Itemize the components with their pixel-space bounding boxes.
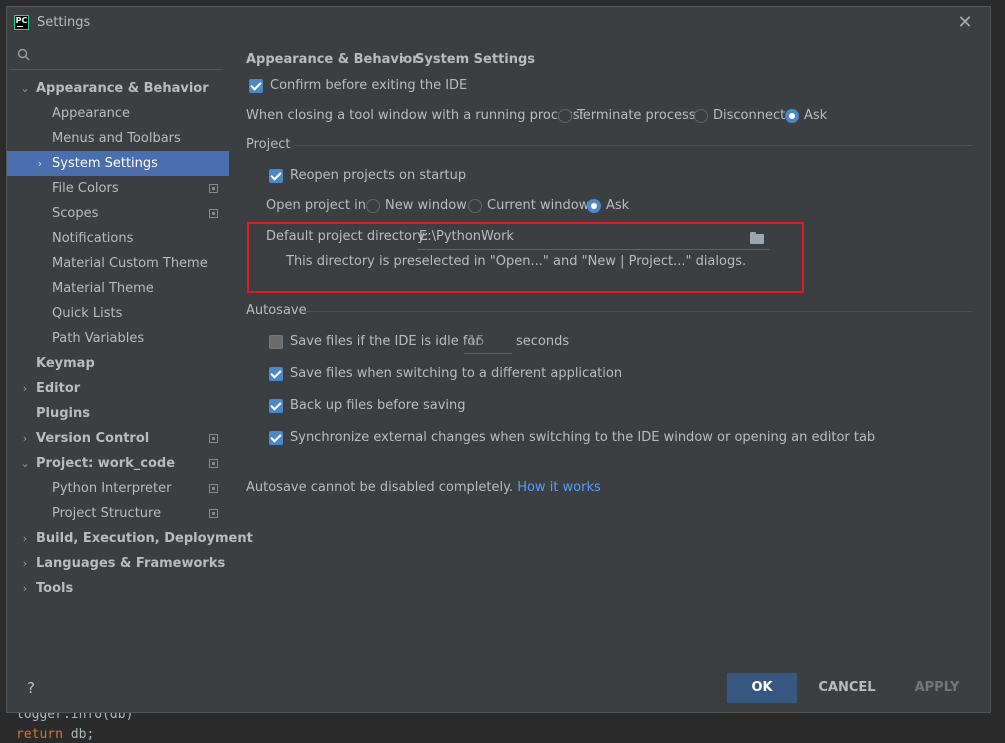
tree-languages-frameworks[interactable]: › Languages & Frameworks: [7, 551, 229, 576]
current-window-radio[interactable]: [468, 199, 482, 213]
sync-label: Synchronize external changes when switch…: [290, 430, 876, 445]
close-icon[interactable]: ✕: [955, 13, 975, 33]
help-icon[interactable]: ?: [27, 679, 35, 697]
ok-button[interactable]: OK: [727, 673, 797, 703]
current-window-label: Current window: [487, 198, 590, 213]
open-in-label: Open project in: [266, 198, 366, 213]
tree-notifications[interactable]: Notifications: [7, 226, 229, 251]
default-dir-field[interactable]: E:\PythonWork: [417, 225, 769, 250]
tree-editor[interactable]: › Editor: [7, 376, 229, 401]
settings-sidebar: ⌄ Appearance & Behavior Appearance Menus …: [7, 39, 253, 639]
idle-seconds-unit: seconds: [516, 334, 570, 349]
window-title: Settings: [37, 15, 91, 30]
backup-checkbox[interactable]: [269, 399, 283, 413]
project-scope-icon: [209, 509, 218, 518]
chevron-right-icon: ›: [22, 557, 28, 570]
chevron-down-icon: ⌄: [20, 457, 30, 470]
breadcrumb-separator: ›: [401, 52, 407, 67]
code-line-2: return db;: [16, 727, 94, 742]
disconnect-label: Disconnect: [713, 108, 786, 123]
chevron-right-icon: ›: [22, 432, 28, 445]
switch-save-checkbox[interactable]: [269, 367, 283, 381]
tree-file-colors[interactable]: File Colors: [7, 176, 229, 201]
tree-quick-lists[interactable]: Quick Lists: [7, 301, 229, 326]
tree-python-interpreter[interactable]: Python Interpreter: [7, 476, 229, 501]
tree-path-variables[interactable]: Path Variables: [7, 326, 229, 351]
terminate-label: Terminate process: [577, 108, 696, 123]
how-it-works-link[interactable]: How it works: [517, 480, 601, 495]
disconnect-radio[interactable]: [694, 109, 708, 123]
confirm-exit-checkbox[interactable]: [249, 79, 263, 93]
project-scope-icon: [209, 209, 218, 218]
open-ask-label: Ask: [606, 198, 630, 213]
chevron-right-icon: ›: [22, 532, 28, 545]
tree-build-execution[interactable]: › Build, Execution, Deployment: [7, 526, 253, 551]
tree-material-theme[interactable]: Material Theme: [7, 276, 229, 301]
autosave-note: Autosave cannot be disabled completely. …: [246, 480, 601, 495]
tree-appearance-behavior[interactable]: ⌄ Appearance & Behavior: [7, 76, 229, 101]
folder-icon[interactable]: [750, 232, 764, 244]
search-input[interactable]: [9, 41, 223, 70]
autosave-note-text: Autosave cannot be disabled completely.: [246, 480, 514, 495]
page-title: System Settings: [415, 52, 536, 67]
breadcrumb-parent[interactable]: Appearance & Behavior: [246, 52, 419, 67]
tree-appearance[interactable]: Appearance: [7, 101, 229, 126]
tree-version-control[interactable]: › Version Control: [7, 426, 229, 451]
confirm-exit-label: Confirm before exiting the IDE: [270, 78, 468, 93]
default-dir-hint: This directory is preselected in "Open..…: [286, 254, 747, 269]
switch-save-label: Save files when switching to a different…: [290, 366, 623, 381]
new-window-label: New window: [385, 198, 467, 213]
search-icon: [17, 48, 30, 61]
open-ask-radio[interactable]: [587, 199, 601, 213]
idle-save-label: Save files if the IDE is idle for: [290, 334, 481, 349]
tree-keymap[interactable]: Keymap: [7, 351, 229, 376]
titlebar: PC Settings ✕: [7, 7, 990, 39]
idle-save-checkbox[interactable]: [269, 335, 283, 349]
tree-project-structure[interactable]: Project Structure: [7, 501, 229, 526]
project-scope-icon: [209, 184, 218, 193]
ask-label: Ask: [804, 108, 828, 123]
project-section-header: Project: [246, 137, 291, 152]
settings-dialog: PC Settings ✕ ⌄ Appearance & Behavior App…: [6, 6, 991, 713]
closing-label: When closing a tool window with a runnin…: [246, 108, 584, 123]
cancel-button[interactable]: CANCEL: [812, 673, 882, 703]
tree-tools[interactable]: › Tools: [7, 576, 229, 601]
code-rest: db;: [62, 727, 95, 742]
sync-checkbox[interactable]: [269, 431, 283, 445]
tree-system-settings[interactable]: › System Settings: [7, 151, 229, 176]
chevron-right-icon: ›: [22, 582, 28, 595]
idle-seconds-value: 15: [468, 334, 485, 349]
chevron-right-icon: ›: [22, 382, 28, 395]
pycharm-app-icon: PC: [14, 15, 29, 30]
new-window-radio[interactable]: [366, 199, 380, 213]
chevron-down-icon: ⌄: [20, 82, 30, 95]
default-dir-value: E:\PythonWork: [419, 229, 514, 244]
tree-material-custom-theme[interactable]: Material Custom Theme: [7, 251, 229, 276]
project-scope-icon: [209, 484, 218, 493]
default-dir-label: Default project directory:: [266, 229, 429, 244]
project-scope-icon: [209, 459, 218, 468]
reopen-checkbox[interactable]: [269, 169, 283, 183]
backup-label: Back up files before saving: [290, 398, 466, 413]
tree-menus-toolbars[interactable]: Menus and Toolbars: [7, 126, 229, 151]
reopen-label: Reopen projects on startup: [290, 168, 467, 183]
terminate-radio[interactable]: [558, 109, 572, 123]
project-separator: [294, 145, 972, 146]
tree-project[interactable]: ⌄ Project: work_code: [7, 451, 229, 476]
apply-button[interactable]: APPLY: [907, 673, 967, 703]
idle-seconds-input[interactable]: 15: [464, 331, 512, 354]
chevron-right-icon: ›: [37, 157, 43, 170]
autosave-section-header: Autosave: [246, 303, 307, 318]
code-keyword: return: [16, 727, 63, 742]
autosave-separator: [304, 311, 972, 312]
settings-content: Appearance & Behavior › System Settings …: [229, 39, 989, 639]
ask-radio[interactable]: [785, 109, 799, 123]
tree-plugins[interactable]: Plugins: [7, 401, 229, 426]
project-scope-icon: [209, 434, 218, 443]
tree-scopes[interactable]: Scopes: [7, 201, 229, 226]
